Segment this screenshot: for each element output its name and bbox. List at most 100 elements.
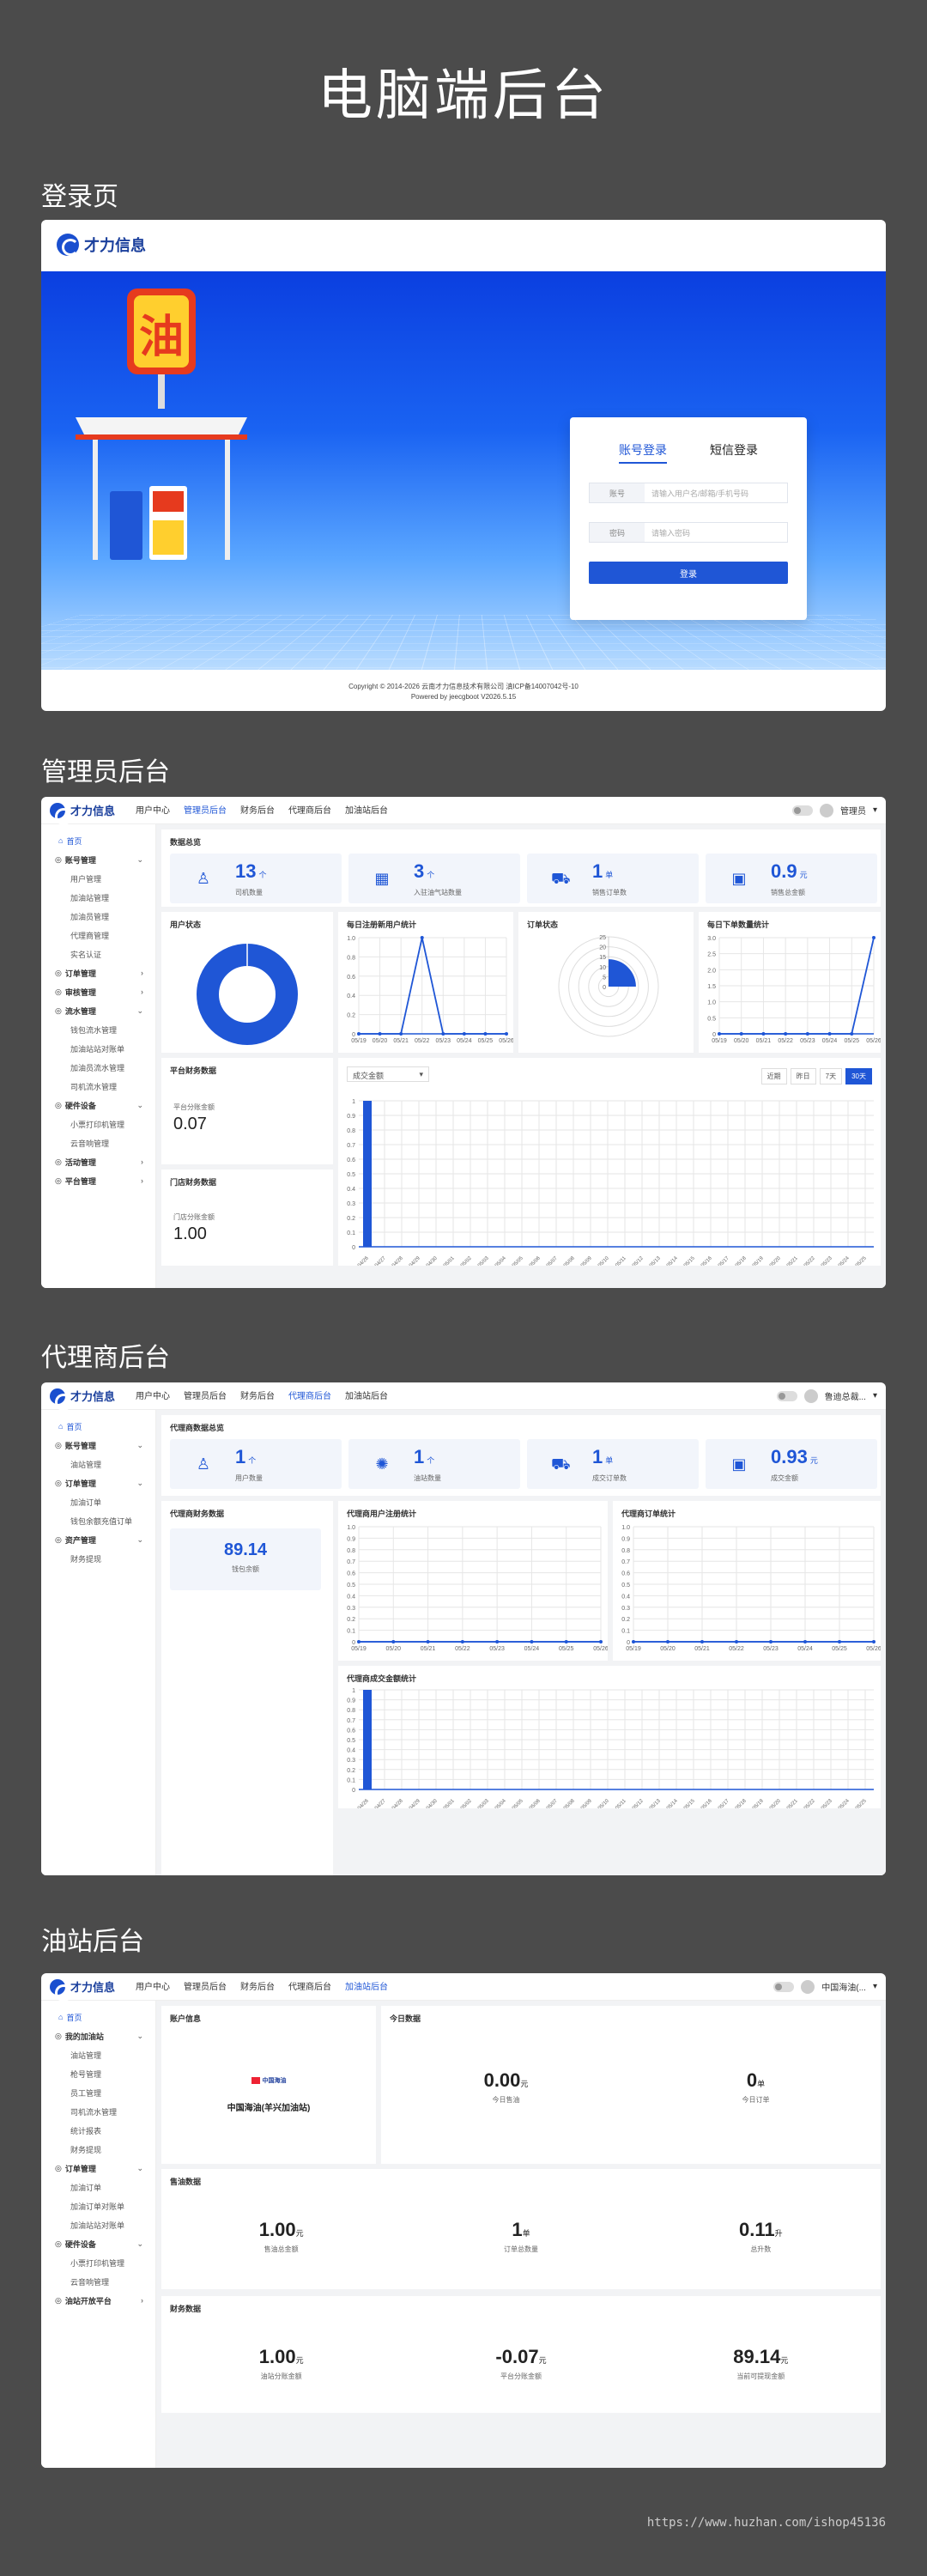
sidebar-item[interactable]: 员工管理 xyxy=(41,2083,155,2102)
sidebar-item[interactable]: ◎ 订单管理 › xyxy=(41,963,155,982)
data-point[interactable] xyxy=(769,1640,772,1643)
nav-item[interactable]: 管理员后台 xyxy=(184,797,227,826)
nav-item[interactable]: 代理商后台 xyxy=(288,797,331,826)
user-name[interactable]: 鲁迪总裁... xyxy=(825,1389,866,1402)
nav-item[interactable]: 加油站后台 xyxy=(345,1973,389,2002)
sidebar-item[interactable]: ◎ 硬件设备 ⌄ xyxy=(41,1096,155,1115)
bar[interactable] xyxy=(363,1101,372,1247)
account-field[interactable]: 账号 请输入用户名/邮箱/手机号码 xyxy=(589,483,788,503)
data-point[interactable] xyxy=(761,1032,766,1036)
sidebar-item[interactable]: ◎ 硬件设备 ⌄ xyxy=(41,2234,155,2253)
data-point[interactable] xyxy=(735,1640,738,1643)
sidebar-item[interactable]: 司机流水管理 xyxy=(41,1077,155,1096)
sidebar-item[interactable]: ⌂ 首页 xyxy=(41,831,155,850)
nav-item[interactable]: 用户中心 xyxy=(136,1382,170,1412)
theme-toggle[interactable] xyxy=(791,805,813,816)
nav-item[interactable]: 财务后台 xyxy=(240,1382,275,1412)
chevron-down-icon[interactable]: ▾ xyxy=(873,1982,877,1991)
password-field[interactable]: 密码 请输入密码 xyxy=(589,522,788,543)
avatar[interactable] xyxy=(803,1388,818,1403)
data-point[interactable] xyxy=(462,1032,466,1036)
data-point[interactable] xyxy=(827,1032,832,1036)
sidebar-item[interactable]: 加油站站对账单 xyxy=(41,2215,155,2234)
nav-item[interactable]: 加油站后台 xyxy=(345,797,388,826)
sidebar-item[interactable]: 财务提现 xyxy=(41,1549,155,1568)
data-point[interactable] xyxy=(564,1640,568,1643)
data-point[interactable] xyxy=(666,1640,670,1643)
sidebar-item[interactable]: 财务提现 xyxy=(41,2140,155,2159)
theme-toggle[interactable] xyxy=(773,1981,795,1992)
user-name[interactable]: 管理员 xyxy=(840,804,866,817)
metric-select[interactable]: 成交金额 ▾ xyxy=(347,1066,429,1082)
sidebar-item[interactable]: ◎ 订单管理 ⌄ xyxy=(41,2159,155,2178)
nav-item[interactable]: 管理员后台 xyxy=(184,1382,227,1412)
data-point[interactable] xyxy=(872,936,876,939)
range-button[interactable]: 30天 xyxy=(845,1068,872,1084)
sidebar-item[interactable]: ◎ 油站开放平台 › xyxy=(41,2291,155,2310)
sidebar-item[interactable]: 加油订单 xyxy=(41,2178,155,2196)
nav-item[interactable]: 财务后台 xyxy=(240,1973,275,2002)
sidebar-item[interactable]: 钱包流水管理 xyxy=(41,1020,155,1039)
data-point[interactable] xyxy=(850,1032,854,1036)
sidebar-item[interactable]: ◎ 流水管理 ⌄ xyxy=(41,1001,155,1020)
sidebar-item[interactable]: 加油订单 xyxy=(41,1492,155,1511)
sidebar-item[interactable]: 统计报表 xyxy=(41,2121,155,2140)
sidebar-item[interactable]: 代理商管理 xyxy=(41,926,155,945)
sidebar-item[interactable]: ⌂ 首页 xyxy=(41,1417,155,1436)
sidebar-item[interactable]: 加油员流水管理 xyxy=(41,1058,155,1077)
password-input[interactable]: 请输入密码 xyxy=(645,527,690,538)
data-point[interactable] xyxy=(441,1032,445,1036)
account-input[interactable]: 请输入用户名/邮箱/手机号码 xyxy=(645,488,748,499)
nav-item[interactable]: 管理员后台 xyxy=(184,1973,227,2002)
data-point[interactable] xyxy=(700,1640,704,1643)
avatar[interactable] xyxy=(819,803,833,817)
data-point[interactable] xyxy=(495,1640,500,1643)
data-point[interactable] xyxy=(805,1032,809,1036)
sidebar-item[interactable]: 云音响管理 xyxy=(41,2272,155,2291)
sidebar-item[interactable]: 钱包余额充值订单 xyxy=(41,1511,155,1530)
data-point[interactable] xyxy=(426,1640,430,1643)
nav-item[interactable]: 代理商后台 xyxy=(288,1382,332,1412)
data-point[interactable] xyxy=(420,936,424,939)
range-button[interactable]: 近期 xyxy=(760,1068,787,1084)
data-point[interactable] xyxy=(391,1640,396,1643)
login-button[interactable]: 登录 xyxy=(589,562,788,584)
sidebar-item[interactable]: 加油站管理 xyxy=(41,888,155,907)
tab-account-login[interactable]: 账号登录 xyxy=(619,441,667,464)
sidebar-item[interactable]: ◎ 活动管理 › xyxy=(41,1152,155,1171)
data-point[interactable] xyxy=(505,1032,508,1036)
sidebar-item[interactable]: 加油员管理 xyxy=(41,907,155,926)
sidebar-item[interactable]: 枪号管理 xyxy=(41,2064,155,2083)
data-point[interactable] xyxy=(739,1032,743,1036)
data-point[interactable] xyxy=(460,1640,464,1643)
data-point[interactable] xyxy=(357,1640,360,1643)
sidebar-item[interactable]: 司机流水管理 xyxy=(41,2102,155,2121)
nav-item[interactable]: 用户中心 xyxy=(136,797,170,826)
data-point[interactable] xyxy=(378,1032,382,1036)
sidebar-item[interactable]: ◎ 账号管理 ⌄ xyxy=(41,850,155,869)
sidebar-item[interactable]: 加油站站对账单 xyxy=(41,1039,155,1058)
range-button[interactable]: 昨日 xyxy=(790,1068,816,1084)
data-point[interactable] xyxy=(530,1640,534,1643)
data-point[interactable] xyxy=(632,1640,635,1643)
bar[interactable] xyxy=(363,1690,372,1789)
theme-toggle[interactable] xyxy=(776,1390,797,1401)
data-point[interactable] xyxy=(838,1640,841,1643)
sidebar-item[interactable]: ◎ 我的加油站 ⌄ xyxy=(41,2026,155,2045)
sidebar-item[interactable]: 用户管理 xyxy=(41,869,155,888)
sidebar-item[interactable]: 小票打印机管理 xyxy=(41,2253,155,2272)
polar-slice[interactable] xyxy=(609,959,636,987)
sidebar-item[interactable]: ◎ 订单管理 ⌄ xyxy=(41,1473,155,1492)
data-point[interactable] xyxy=(872,1640,876,1643)
data-point[interactable] xyxy=(483,1032,488,1036)
sidebar-item[interactable]: ◎ 平台管理 › xyxy=(41,1171,155,1190)
sidebar-item[interactable]: ⌂ 首页 xyxy=(41,2008,155,2026)
tab-sms-login[interactable]: 短信登录 xyxy=(710,441,758,464)
sidebar-item[interactable]: 小票打印机管理 xyxy=(41,1115,155,1133)
nav-item[interactable]: 加油站后台 xyxy=(345,1382,388,1412)
data-point[interactable] xyxy=(784,1032,788,1036)
nav-item[interactable]: 代理商后台 xyxy=(288,1973,331,2002)
data-point[interactable] xyxy=(399,1032,403,1036)
sidebar-item[interactable]: ◎ 账号管理 ⌄ xyxy=(41,1436,155,1455)
chevron-down-icon[interactable]: ▾ xyxy=(873,805,877,815)
